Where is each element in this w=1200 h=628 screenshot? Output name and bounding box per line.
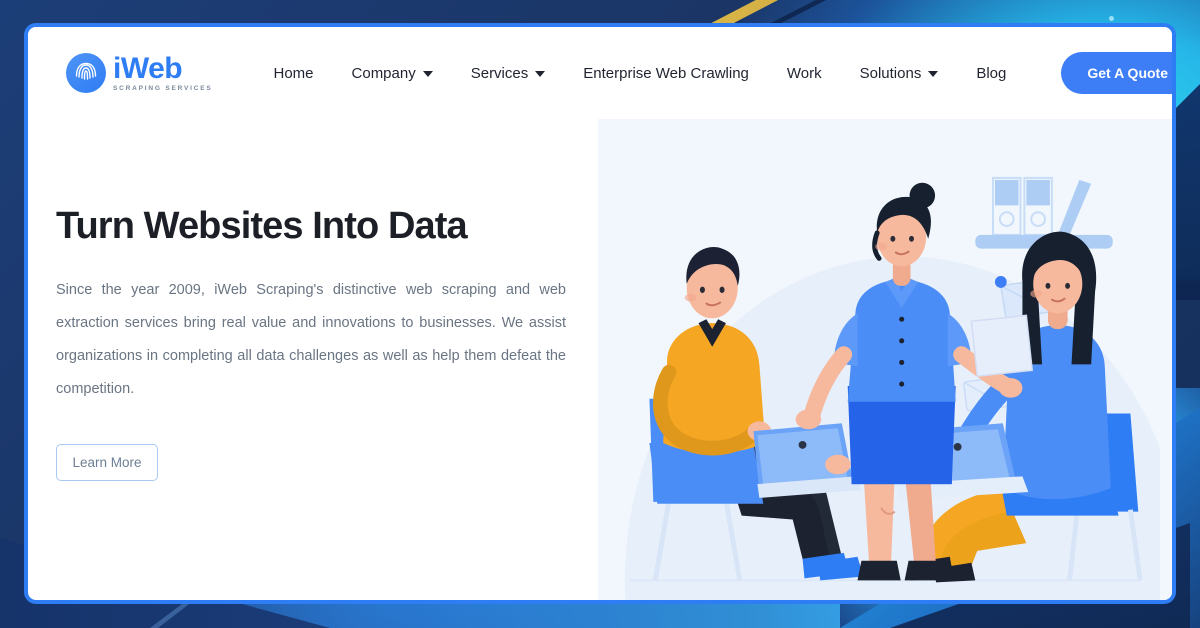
site-header: iWeb SCRAPING SERVICES Home Company Serv…	[28, 27, 1172, 119]
nav-label: Blog	[976, 64, 1007, 82]
sparkle-dot	[1109, 16, 1114, 21]
nav-label: Services	[470, 64, 529, 82]
nav-label: Enterprise Web Crawling	[583, 64, 749, 82]
nav-label: Solutions	[859, 64, 922, 82]
nav-label: Work	[786, 64, 822, 82]
get-a-quote-button[interactable]: Get A Quote	[1061, 52, 1172, 94]
nav-item-home[interactable]: Home	[255, 57, 333, 90]
site-logo[interactable]: iWeb SCRAPING SERVICES	[66, 53, 229, 93]
nav-label: Home	[273, 64, 314, 82]
logo-wordmark: iWeb	[113, 51, 183, 85]
nav-item-work[interactable]: Work	[768, 57, 841, 90]
nav-item-company[interactable]: Company	[333, 57, 452, 90]
hero-illustration-panel	[598, 119, 1172, 600]
chevron-down-icon	[928, 71, 939, 77]
chevron-down-icon	[535, 71, 546, 77]
logo-text: iWeb SCRAPING SERVICES	[113, 51, 213, 93]
hero-description: Since the year 2009, iWeb Scraping's dis…	[56, 281, 566, 397]
website-card: Turn Websites Into Data Since the year 2…	[24, 23, 1176, 604]
page-title: Turn Websites Into Data	[56, 205, 468, 247]
chevron-down-icon	[422, 71, 433, 77]
nav-item-enterprise-web-crawling[interactable]: Enterprise Web Crawling	[564, 57, 768, 90]
logo-tagline: SCRAPING SERVICES	[113, 84, 213, 92]
main-navigation: Home Company Services Enterprise Web Cra…	[255, 52, 1172, 94]
coworkers-illustration	[598, 119, 1172, 600]
nav-label: Company	[351, 64, 416, 82]
nav-item-solutions[interactable]: Solutions	[841, 57, 958, 90]
nav-item-blog[interactable]: Blog	[957, 57, 1025, 90]
nav-item-services[interactable]: Services	[452, 57, 565, 90]
fingerprint-icon	[66, 53, 106, 93]
learn-more-button[interactable]: Learn More	[56, 443, 158, 481]
